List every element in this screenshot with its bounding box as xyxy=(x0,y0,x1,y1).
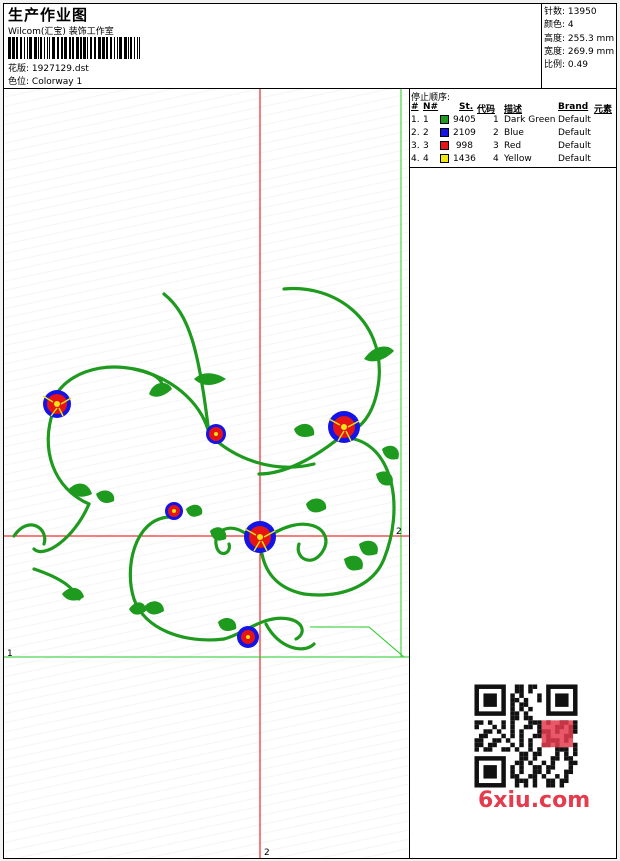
row-stitches: 2109 xyxy=(453,128,476,138)
row-index: 1. xyxy=(411,115,420,125)
row-brand: Default xyxy=(558,128,591,138)
row-code: 3 xyxy=(493,141,499,151)
colorway-value: Colorway 1 xyxy=(31,77,83,87)
corner-guide xyxy=(310,626,405,658)
row-description: Blue xyxy=(504,128,524,138)
x-axis-marker-right: 2 xyxy=(396,527,402,537)
stat-stitches: 针数: 13950 xyxy=(544,7,597,17)
col-desc: 描述 xyxy=(504,105,523,115)
row-index: 4. xyxy=(411,154,420,164)
x-axis-marker-bottom: 2 xyxy=(264,848,270,858)
watermark-text: 6xiu.com xyxy=(478,788,591,813)
table-row[interactable]: 2. 2 2109 2 Blue Default xyxy=(411,128,617,141)
header-divider-vertical xyxy=(541,3,542,88)
row-n: 1 xyxy=(423,115,429,125)
row-stitches: 998 xyxy=(455,141,473,151)
flower-bottom xyxy=(237,626,259,648)
colorway-label: 色位: xyxy=(8,77,30,87)
flower-center xyxy=(244,521,276,553)
barcode xyxy=(8,37,140,59)
col-code: 代码 xyxy=(477,105,496,115)
color-swatch xyxy=(440,115,449,124)
table-row[interactable]: 1. 1 9405 1 Dark Green Default xyxy=(411,115,617,128)
col-n: N# xyxy=(423,102,439,112)
qr-code xyxy=(470,680,582,792)
table-row[interactable]: 4. 4 1436 4 Yellow Default xyxy=(411,154,617,167)
colorway-line: 色位: Colorway 1 xyxy=(8,74,82,87)
col-element: 元素 xyxy=(594,105,613,115)
panel-divider xyxy=(409,89,410,858)
leaves xyxy=(62,346,399,631)
stat-width: 宽度: 269.9 mm xyxy=(544,46,615,57)
page-title: 生产作业图 xyxy=(8,6,89,24)
row-code: 4 xyxy=(493,154,499,164)
col-st: St. xyxy=(459,102,474,112)
row-n: 3 xyxy=(423,141,429,151)
row-description: Yellow xyxy=(504,154,532,164)
pattern-label: 花版: xyxy=(8,64,30,74)
color-swatch xyxy=(440,154,449,163)
row-code: 2 xyxy=(493,128,499,138)
flower-top-small xyxy=(206,424,226,444)
col-brand: Brand xyxy=(558,102,589,112)
pattern-value: 1927129.dst xyxy=(31,64,89,74)
row-description: Dark Green xyxy=(504,115,556,125)
row-code: 1 xyxy=(493,115,499,125)
row-index: 3. xyxy=(411,141,420,151)
table-row[interactable]: 3. 3 998 3 Red Default xyxy=(411,141,617,154)
row-stitches: 9405 xyxy=(453,115,476,125)
row-n: 2 xyxy=(423,128,429,138)
table-divider xyxy=(409,167,617,168)
design-canvas[interactable]: 1 2 2 xyxy=(4,89,409,858)
stat-scale: 比例: 0.49 xyxy=(544,60,588,71)
row-brand: Default xyxy=(558,141,591,151)
row-description: Red xyxy=(504,141,522,151)
embroidery-design xyxy=(4,89,409,858)
stat-height: 高度: 255.3 mm xyxy=(544,33,615,44)
y-axis-marker: 1 xyxy=(7,649,13,659)
studio-name: Wilcom(汇宝) 装饰工作室 xyxy=(8,27,114,37)
flower-left xyxy=(42,390,72,418)
flower-top-right xyxy=(328,411,360,443)
col-hash: # xyxy=(411,102,419,112)
stats-panel: 针数: 13950 颜色: 4 高度: 255.3 mm 宽度: 269.9 m… xyxy=(544,6,614,72)
color-swatch xyxy=(440,128,449,137)
row-n: 4 xyxy=(423,154,429,164)
flower-left-small xyxy=(165,502,183,520)
pattern-line: 花版: 1927129.dst xyxy=(8,61,89,74)
stat-colors: 颜色: 4 xyxy=(544,20,574,31)
row-index: 2. xyxy=(411,128,420,138)
row-brand: Default xyxy=(558,154,591,164)
row-stitches: 1436 xyxy=(453,154,476,164)
row-brand: Default xyxy=(558,115,591,125)
color-swatch xyxy=(440,141,449,150)
